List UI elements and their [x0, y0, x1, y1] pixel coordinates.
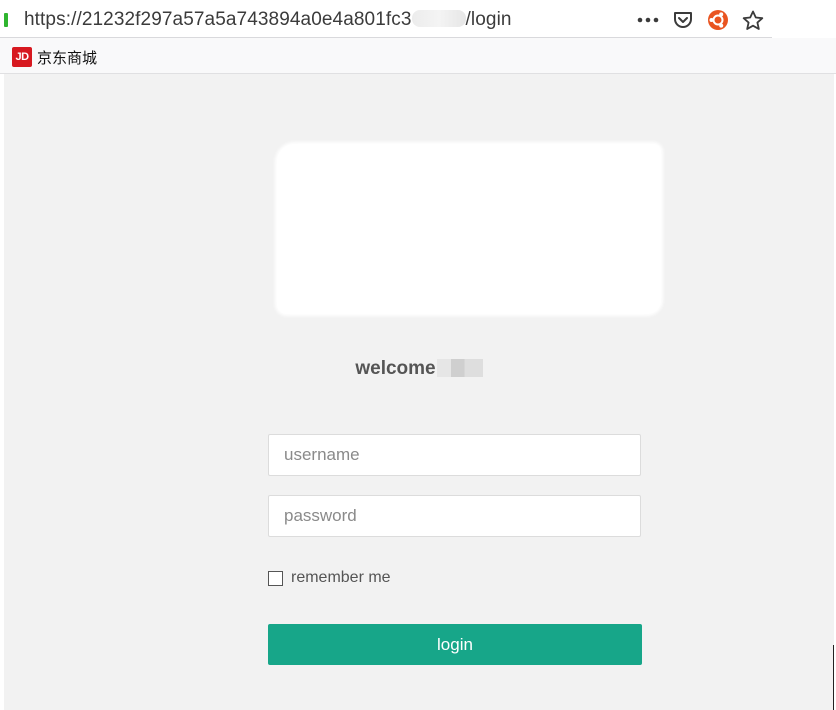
password-input[interactable] — [268, 495, 641, 537]
secure-indicator-icon — [4, 13, 8, 27]
remember-me-label: remember me — [291, 569, 391, 586]
jd-logo-icon: JD — [12, 47, 32, 67]
more-icon[interactable] — [635, 7, 661, 33]
url-redaction — [411, 10, 466, 27]
bookmark-label: 京东商城 — [37, 49, 98, 67]
login-page: welcome remember me login — [4, 74, 834, 710]
username-input[interactable] — [268, 434, 641, 476]
ubuntu-icon[interactable] — [705, 7, 731, 33]
logo-redaction — [277, 144, 661, 314]
welcome-text: welcome — [355, 358, 436, 379]
browser-url-bar: https://21232f297a57a5a743894a0e4a801fc3… — [0, 0, 772, 38]
bookmarks-toolbar: JD 京东商城 — [0, 38, 836, 74]
remember-me-checkbox[interactable] — [268, 570, 283, 586]
login-button[interactable]: login — [268, 624, 642, 665]
url-field[interactable]: https://21232f297a57a5a743894a0e4a801fc3… — [24, 9, 512, 31]
bookmark-jd[interactable]: JD 京东商城 — [12, 47, 97, 67]
url-suffix: /login — [465, 9, 512, 30]
url-prefix: https://21232f297a57a5a743894a0e4a801fc3 — [24, 9, 412, 30]
welcome-name-redaction — [436, 359, 483, 377]
welcome-heading: welcome — [4, 358, 834, 380]
bookmark-star-icon[interactable] — [740, 7, 766, 33]
window-edge — [833, 645, 834, 710]
remember-me-row[interactable]: remember me — [268, 569, 391, 587]
pocket-icon[interactable] — [670, 7, 696, 33]
